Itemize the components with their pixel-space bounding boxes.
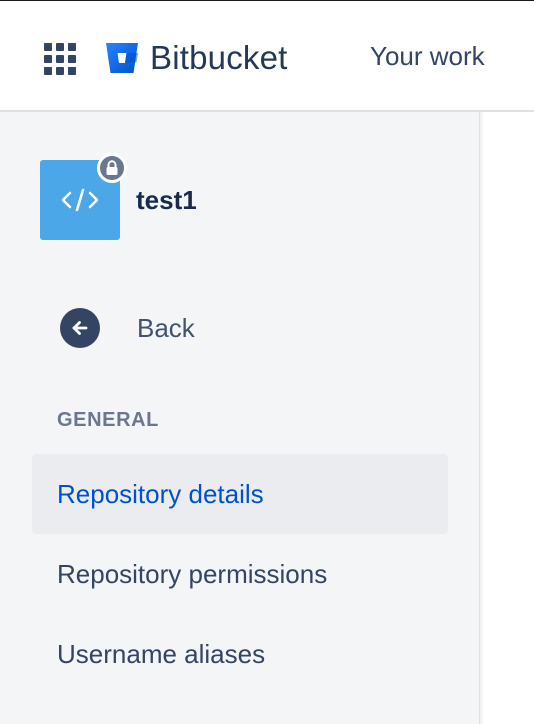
lock-icon xyxy=(106,160,118,175)
private-badge xyxy=(97,153,127,183)
repo-name: test1 xyxy=(136,184,197,215)
repository-settings-sidebar: test1 Back GENERAL Repository details Re… xyxy=(0,112,480,724)
sidebar-item-repository-permissions[interactable]: Repository permissions xyxy=(32,534,448,614)
top-navigation-bar: Bitbucket Your work xyxy=(0,0,534,112)
bitbucket-bucket-icon xyxy=(106,43,138,73)
app-switcher-icon[interactable] xyxy=(44,43,76,75)
section-heading-general: GENERAL xyxy=(57,409,159,431)
arrow-left-icon xyxy=(60,308,100,348)
repo-avatar xyxy=(40,153,127,240)
sidebar-divider xyxy=(480,112,484,724)
sidebar-item-username-aliases[interactable]: Username aliases xyxy=(32,614,448,694)
back-button[interactable]: Back xyxy=(60,308,195,348)
bitbucket-logo[interactable]: Bitbucket xyxy=(104,39,288,77)
nav-your-work[interactable]: Your work xyxy=(370,41,485,72)
code-icon xyxy=(61,188,99,212)
repo-header[interactable]: test1 xyxy=(40,153,197,240)
back-label: Back xyxy=(137,312,195,343)
product-name: Bitbucket xyxy=(150,39,288,76)
sidebar-item-repository-details[interactable]: Repository details xyxy=(32,454,448,534)
